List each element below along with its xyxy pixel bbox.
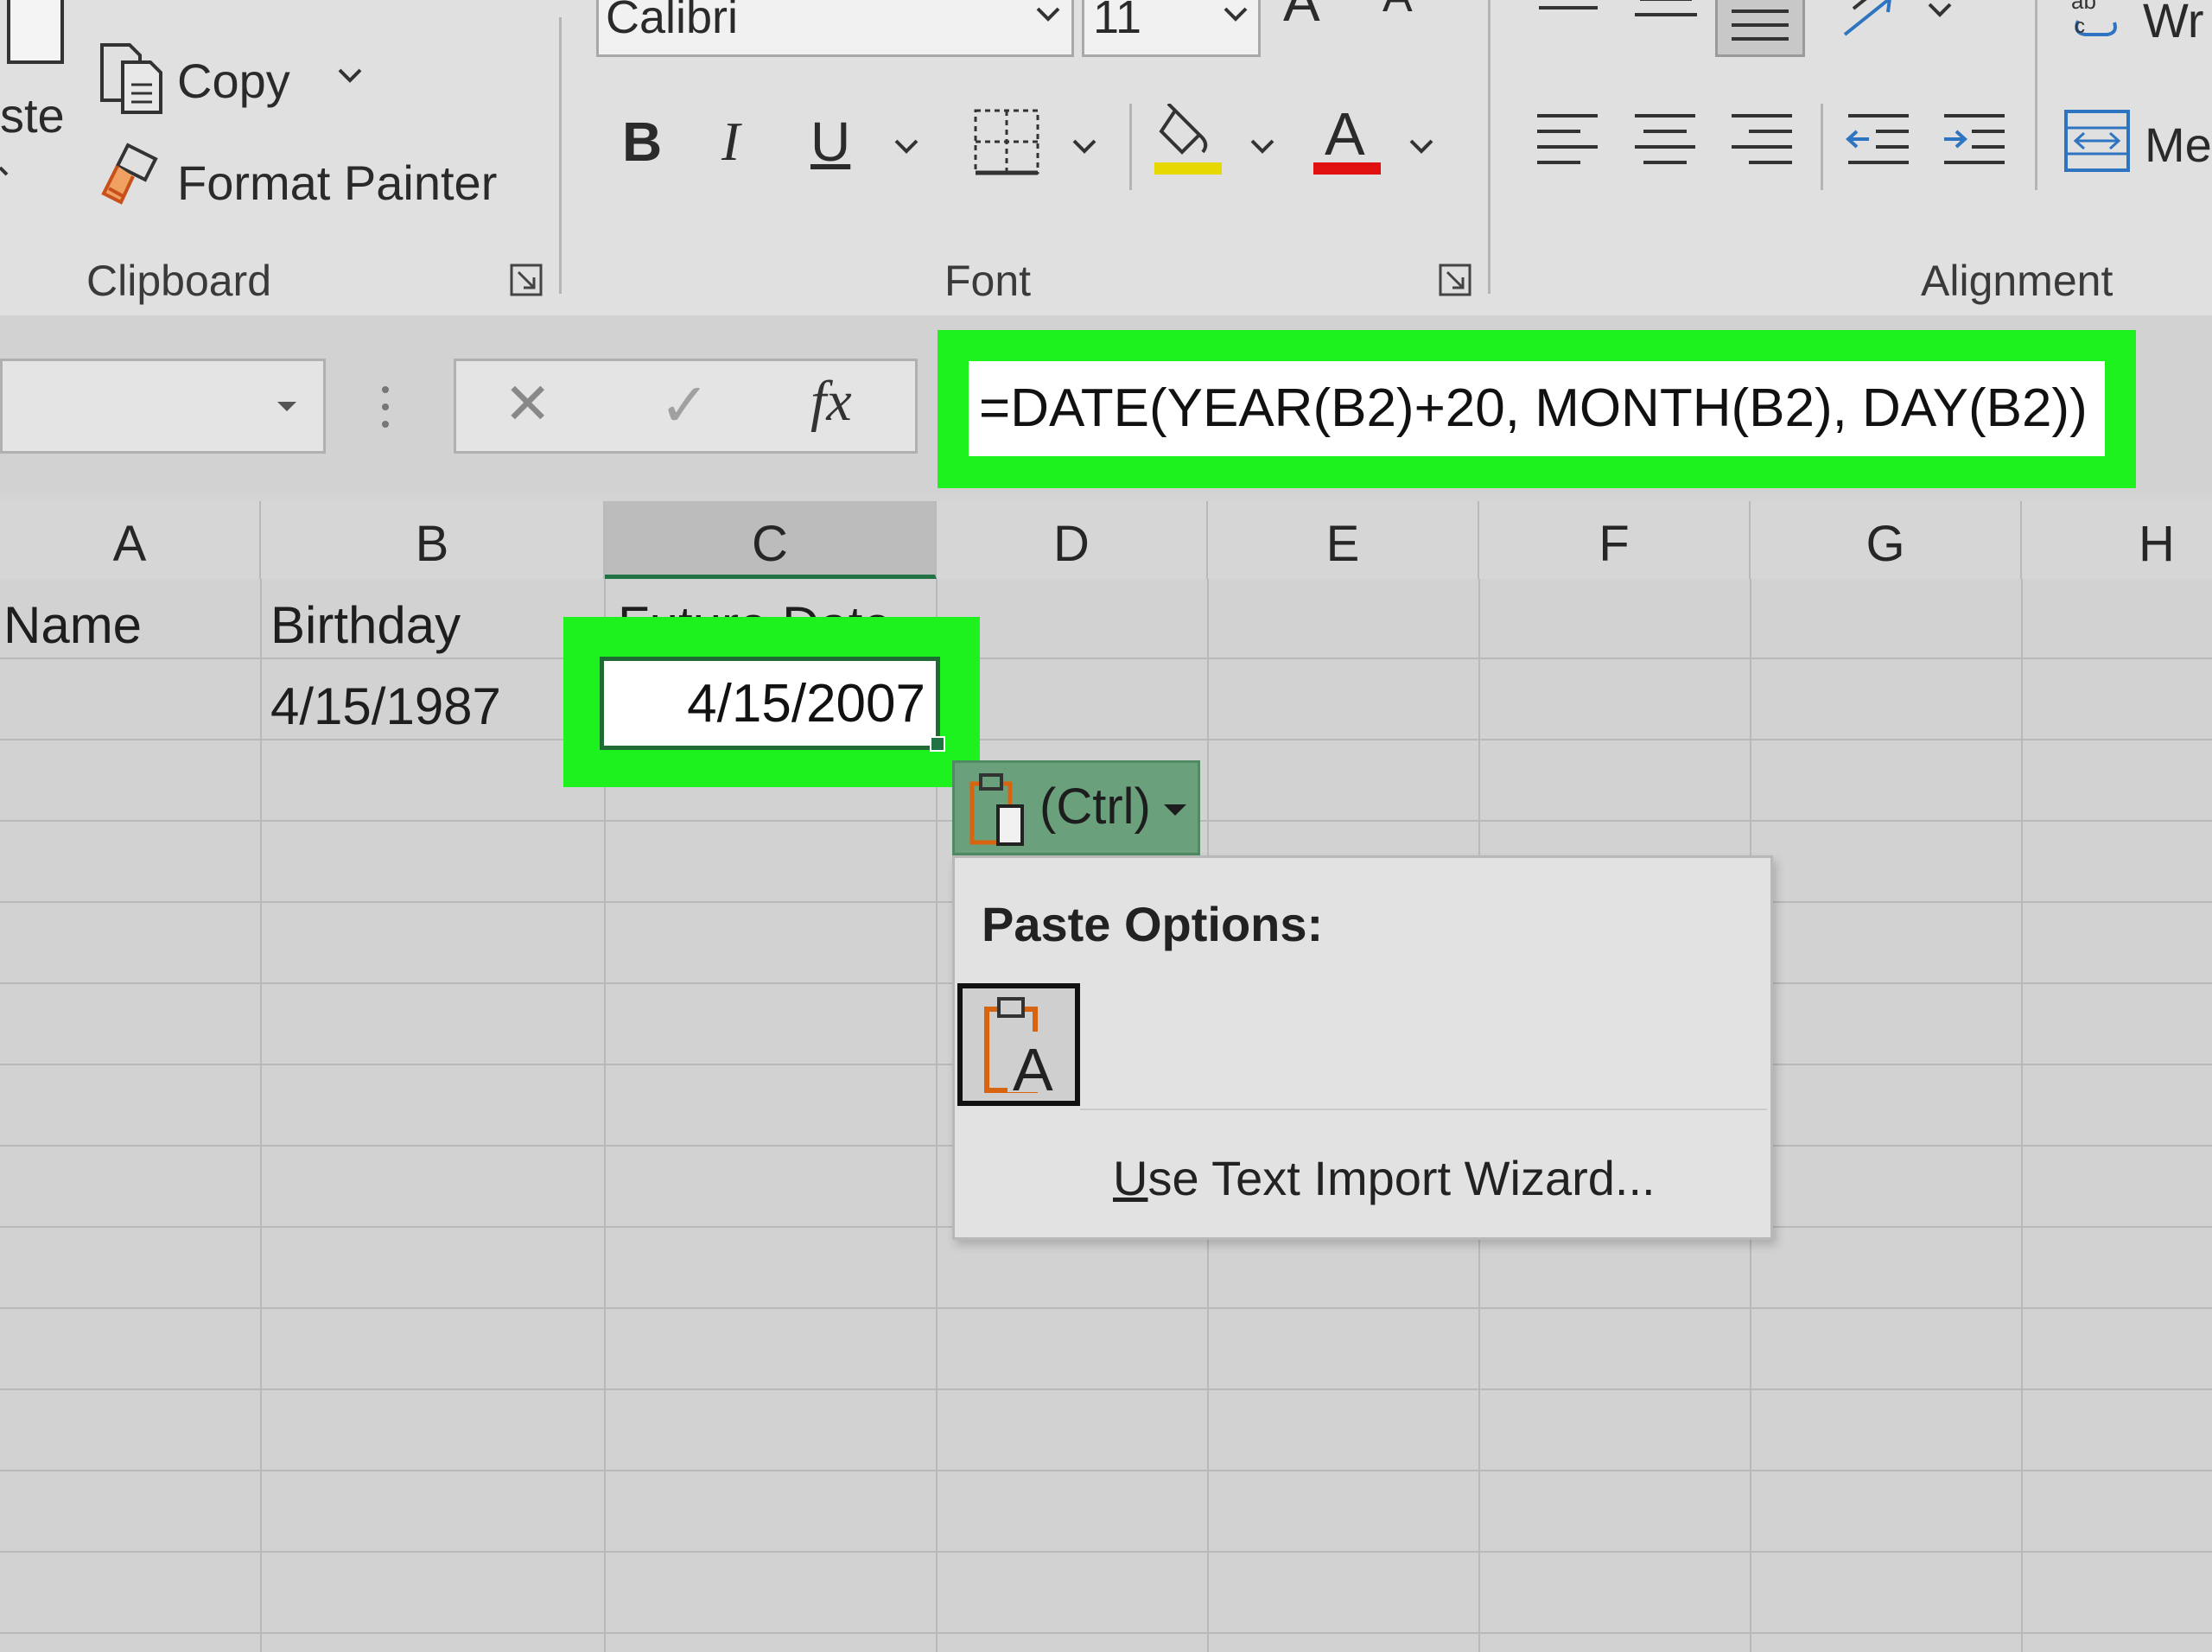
bold-button[interactable]: B [622, 114, 662, 169]
format-painter-icon[interactable] [95, 140, 164, 213]
paste-options-button[interactable]: (Ctrl) [952, 760, 1200, 855]
font-color-chevron-icon[interactable] [1408, 138, 1434, 160]
font-name-value: Calibri [606, 0, 739, 43]
row-line [0, 739, 2212, 740]
orientation-chevron-icon[interactable] [1927, 2, 1953, 23]
cell-b1[interactable]: Birthday [270, 600, 461, 651]
ribbon-separator [559, 17, 562, 294]
column-line [260, 579, 262, 1652]
underline-chevron-icon[interactable] [893, 138, 919, 160]
paste-options-ctrl-label: (Ctrl) [1039, 778, 1151, 835]
borders-icon[interactable] [972, 107, 1041, 181]
row-line [0, 1470, 2212, 1471]
copy-dropdown-chevron-icon[interactable] [337, 67, 363, 89]
middle-align-icon[interactable] [1631, 0, 1700, 35]
insert-function-button[interactable]: fx [810, 373, 852, 430]
font-size-value: 11 [1093, 0, 1142, 43]
font-group-label: Font [944, 257, 1032, 305]
cell-c1-clip: Future Date [605, 596, 936, 619]
merge-center-icon[interactable] [2063, 109, 2131, 177]
ribbon-separator [2035, 104, 2037, 190]
cell-c1[interactable]: Future Date [618, 600, 892, 619]
text-import-wizard-item[interactable]: Use Text Import Wizard... [1113, 1154, 1656, 1203]
font-dialog-launcher-icon[interactable] [1439, 264, 1473, 302]
formula-buttons: ✕ ✓ fx [454, 359, 918, 454]
column-header-d[interactable]: D [937, 501, 1208, 579]
paste-dropdown-chevron-icon[interactable] [0, 161, 17, 191]
fill-handle[interactable] [930, 736, 945, 752]
row-line [0, 1307, 2212, 1309]
paste-options-title: Paste Options: [982, 897, 1324, 951]
row-line [0, 658, 2212, 659]
alignment-group-label: Alignment [1921, 257, 2113, 305]
formula-bar-grip-icon[interactable] [380, 384, 391, 434]
clipboard-group-label: Clipboard [86, 257, 272, 305]
font-size-chevron-icon[interactable] [1223, 6, 1249, 28]
italic-button[interactable]: I [721, 114, 740, 169]
column-header-e[interactable]: E [1208, 501, 1479, 579]
column-header-h[interactable]: H [2022, 501, 2212, 579]
merge-center-button[interactable]: Me [2145, 121, 2212, 169]
align-right-icon[interactable] [1728, 111, 1797, 175]
clipboard-dialog-launcher-icon[interactable] [510, 264, 544, 302]
text-import-wizard-accelerator: U [1113, 1151, 1148, 1205]
column-headers: A B C D E F G H [0, 501, 2212, 581]
ribbon-separator [1821, 104, 1823, 190]
svg-text:c: c [2075, 15, 2085, 38]
paste-clipboard-icon [969, 773, 1029, 850]
ribbon: ste Copy Format Painter Clipboard Calibr… [0, 0, 2212, 315]
row-line [0, 1632, 2212, 1634]
enter-entry-button[interactable]: ✓ [659, 375, 710, 435]
paste-options-separator [1080, 1109, 1767, 1110]
borders-chevron-icon[interactable] [1071, 138, 1097, 160]
decrease-indent-icon[interactable] [1845, 111, 1914, 175]
paste-options-dropdown-icon [1162, 803, 1188, 823]
svg-text:A: A [1013, 1036, 1053, 1096]
svg-text:ab: ab [2071, 0, 2096, 14]
increase-indent-icon[interactable] [1941, 111, 2010, 175]
copy-button[interactable]: Copy [177, 57, 290, 105]
column-header-g[interactable]: G [1751, 501, 2022, 579]
underline-button[interactable]: U [810, 114, 850, 169]
column-line [2021, 579, 2023, 1652]
font-color-button[interactable]: A [1325, 104, 1365, 164]
paste-icon[interactable] [0, 0, 69, 69]
column-header-b[interactable]: B [261, 501, 605, 579]
font-size-combobox[interactable]: 11 [1082, 0, 1261, 57]
name-box[interactable] [0, 359, 326, 454]
keep-text-only-icon: A [973, 997, 1068, 1103]
cancel-entry-button[interactable]: ✕ [504, 375, 551, 432]
grow-font-button[interactable]: A [1283, 0, 1320, 29]
wrap-text-button[interactable]: Wr [2143, 0, 2204, 45]
column-header-c[interactable]: C [605, 501, 937, 579]
shrink-font-button[interactable]: A [1382, 0, 1413, 19]
ribbon-separator [1129, 104, 1132, 190]
cell-c2-selected[interactable]: 4/15/2007 [600, 657, 940, 750]
row-line [0, 1388, 2212, 1390]
wrap-text-icon[interactable]: ab c [2069, 0, 2121, 48]
fill-color-bar [1154, 162, 1222, 175]
format-painter-button[interactable]: Format Painter [177, 159, 497, 207]
cell-b2[interactable]: 4/15/1987 [270, 681, 501, 733]
column-header-f[interactable]: F [1479, 501, 1751, 579]
align-left-icon[interactable] [1534, 111, 1603, 175]
paste-button-label[interactable]: ste [0, 92, 65, 140]
column-header-a[interactable]: A [0, 501, 261, 579]
bottom-align-icon[interactable] [1715, 0, 1805, 57]
top-align-icon[interactable] [1534, 0, 1603, 35]
name-box-dropdown-icon[interactable] [276, 400, 298, 418]
align-center-icon[interactable] [1631, 111, 1700, 175]
ribbon-separator [1488, 0, 1491, 294]
row-line [0, 1551, 2212, 1553]
formula-input[interactable]: =DATE(YEAR(B2)+20, MONTH(B2), DAY(B2)) [969, 361, 2105, 456]
font-name-chevron-icon[interactable] [1035, 6, 1061, 28]
cell-a1[interactable]: Name [3, 600, 142, 651]
copy-icon[interactable] [95, 40, 173, 122]
keep-text-only-paste-option[interactable]: A [957, 983, 1080, 1106]
font-name-combobox[interactable]: Calibri [596, 0, 1074, 57]
fill-color-chevron-icon[interactable] [1249, 138, 1275, 160]
orientation-icon[interactable] [1836, 0, 1905, 48]
text-import-wizard-label: se Text Import Wizard... [1147, 1151, 1656, 1205]
font-color-bar [1313, 162, 1381, 175]
